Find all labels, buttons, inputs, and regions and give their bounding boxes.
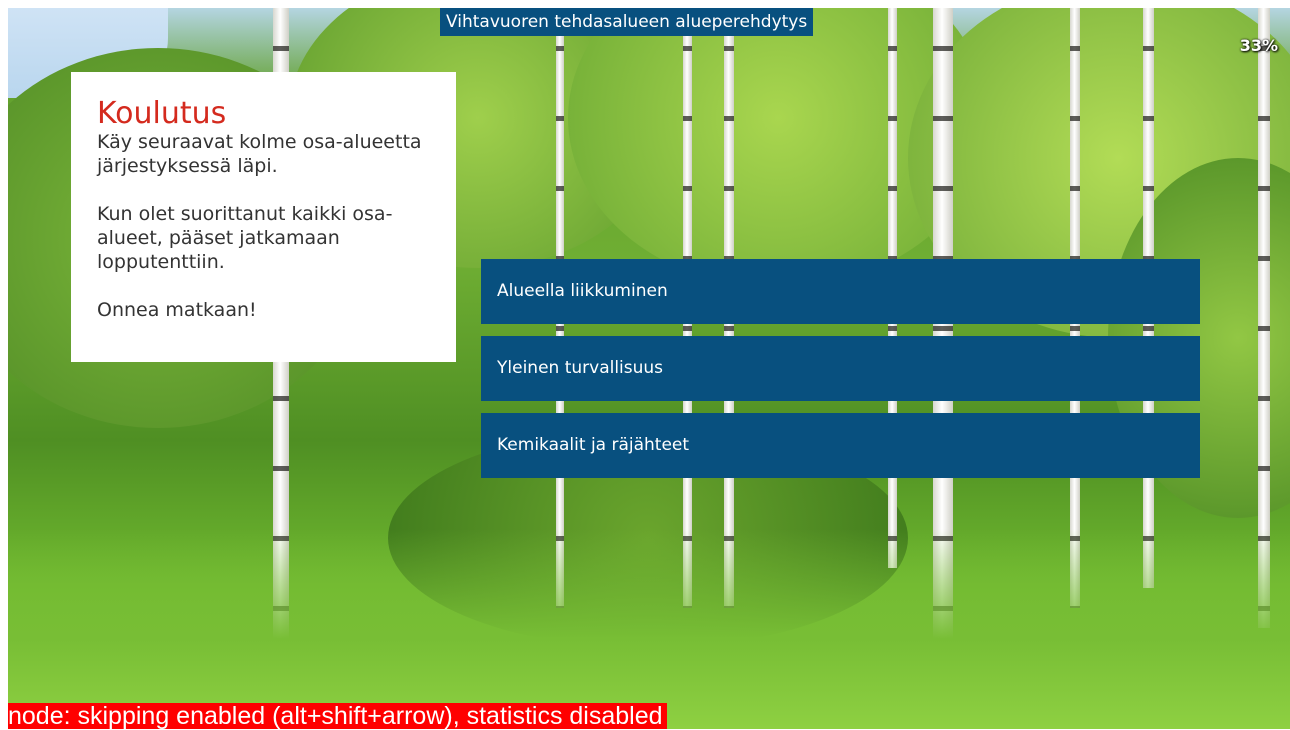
info-card-good-luck: Onnea matkaan!: [97, 299, 257, 321]
info-card-completion-note: Kun olet suorittanut kaikki osa-alueet, …: [97, 203, 393, 273]
module-button-kemikaalit-ja-rajahteet[interactable]: Kemikaalit ja räjähteet: [481, 413, 1200, 478]
module-button-yleinen-turvallisuus[interactable]: Yleinen turvallisuus: [481, 336, 1200, 401]
module-button-alueella-liikkuminen[interactable]: Alueella liikkuminen: [481, 259, 1200, 324]
info-card-instructions: Käy seuraavat kolme osa-alueetta järjest…: [97, 131, 422, 177]
grass-ground: [8, 529, 1290, 729]
course-title: Vihtavuoren tehdasalueen alueperehdytys: [440, 8, 814, 36]
module-list: Alueella liikkuminen Yleinen turvallisuu…: [481, 259, 1200, 490]
info-card-title: Koulutus: [97, 96, 227, 131]
progress-indicator: 33%: [1239, 36, 1278, 55]
debug-mode-banner: node: skipping enabled (alt+shift+arrow)…: [8, 703, 667, 729]
info-card: Koulutus Käy seuraavat kolme osa-alueett…: [71, 72, 456, 362]
